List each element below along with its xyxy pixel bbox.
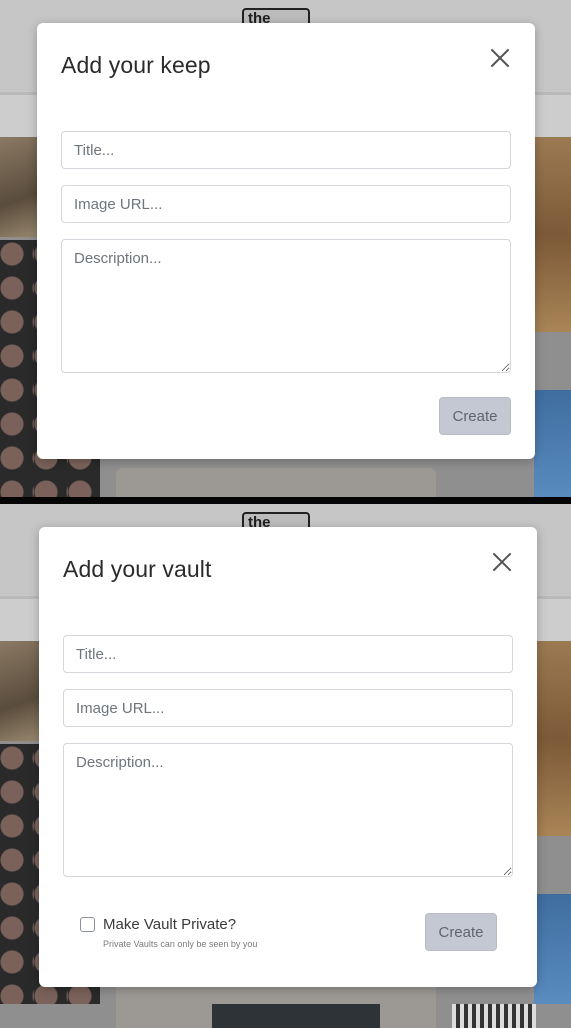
background-tile-image xyxy=(534,390,571,497)
private-checkbox-label: Make Vault Private? xyxy=(103,916,237,933)
close-icon xyxy=(493,553,511,571)
modal-title: Add your vault xyxy=(63,556,212,582)
background-tile-image xyxy=(212,1004,380,1028)
create-button[interactable]: Create xyxy=(439,397,511,435)
background-tile-image xyxy=(534,137,571,332)
title-input[interactable] xyxy=(61,131,511,169)
background-tile-image xyxy=(452,1004,536,1028)
close-button[interactable] xyxy=(491,551,513,573)
add-vault-modal: Add your vault Make Vault Private? Priva… xyxy=(39,527,537,987)
image-url-input[interactable] xyxy=(61,185,511,223)
close-button[interactable] xyxy=(489,47,511,69)
background-tile-image xyxy=(534,641,571,836)
add-keep-modal: Add your keep Create xyxy=(37,23,535,459)
modal-title: Add your keep xyxy=(61,52,211,78)
background-tile-image xyxy=(116,468,436,497)
background-tile-image xyxy=(534,894,571,1004)
background-tile-image xyxy=(0,641,44,741)
close-icon xyxy=(491,49,509,67)
image-url-input[interactable] xyxy=(63,689,513,727)
private-hint-text: Private Vaults can only be seen by you xyxy=(103,939,258,949)
description-input[interactable] xyxy=(61,239,511,373)
keep-screenshot: the Add your keep Create xyxy=(0,0,571,497)
description-input[interactable] xyxy=(63,743,513,877)
create-button[interactable]: Create xyxy=(425,913,497,951)
screenshot-divider xyxy=(0,497,571,504)
title-input[interactable] xyxy=(63,635,513,673)
private-checkbox[interactable] xyxy=(80,917,95,932)
vault-screenshot: the Add your vault Make Vault Private? P… xyxy=(0,504,571,1028)
